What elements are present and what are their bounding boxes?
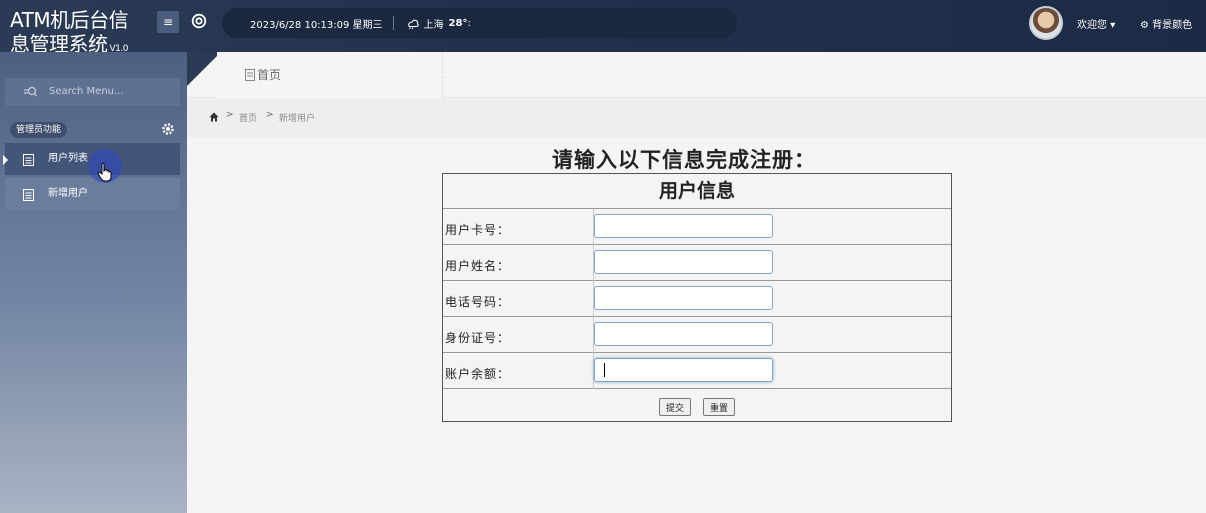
gear-icon: ⚙ [1140,20,1149,31]
gear-icon[interactable] [161,122,175,136]
sidebar-item-label: 用户列表 [48,153,88,164]
reset-button[interactable]: 重置 [703,398,736,416]
document-icon [245,69,255,81]
submit-button[interactable]: 提交 [659,398,692,416]
sidebar: Search Menu... 管理员功能 用户列表 新增用户 [0,52,187,513]
temperature-label: 28° [448,17,468,29]
user-info-form: 用户信息 用户卡号： 用户姓名： 电话号码： 身份证号： 账户余额： 提交 重置 [442,173,952,422]
breadcrumb-separator: > [266,110,274,120]
datetime-weather-bar: 2023/6/28 10:13:09 星期三 上海 28° : [222,8,737,38]
tab-bar: 首页 [187,52,1206,98]
balance-input[interactable] [594,358,773,382]
background-color-button[interactable]: ⚙ 背景颜色 [1140,16,1192,31]
tab-home-label: 首页 [257,68,282,82]
active-indicator [3,155,8,165]
document-icon [23,154,34,166]
tab-home[interactable]: 首页 [217,52,443,98]
menu-icon: ≡ [162,15,174,29]
welcome-label: 欢迎您 [1077,20,1107,31]
phone-input[interactable] [594,286,773,310]
field-label: 电话号码： [445,295,511,309]
breadcrumb-home-link[interactable]: 首页 [239,111,257,124]
sidebar-item-add-user[interactable]: 新增用户 [5,178,180,210]
temperature-suffix: : [467,17,471,29]
form-title: 请输入以下信息完成注册： [552,148,816,172]
card-number-input[interactable] [594,214,773,238]
search-icon [24,86,37,97]
field-label: 身份证号： [445,331,511,345]
form-row-phone: 电话号码： [443,281,951,317]
form-row-user-name: 用户姓名： [443,245,951,281]
city-label: 上海 [423,19,444,31]
form-buttons: 提交 重置 [443,389,951,422]
form-row-card-number: 用户卡号： [443,209,951,245]
field-label: 用户姓名： [445,259,511,273]
field-label: 账户余额： [445,367,511,381]
breadcrumb-separator: > [226,110,234,120]
text-caret [604,363,605,377]
sidebar-item-label: 新增用户 [48,188,88,199]
form-row-id-number: 身份证号： [443,317,951,353]
main-content: 请输入以下信息完成注册： 用户信息 用户卡号： 用户姓名： 电话号码： 身份证号… [187,138,1206,513]
breadcrumb: > 首页 > 新增用户 [187,99,1206,137]
document-icon [23,189,34,201]
breadcrumb-current: 新增用户 [279,114,316,124]
background-color-label: 背景颜色 [1152,20,1193,31]
menu-toggle-button[interactable]: ≡ [157,11,179,33]
tab-corner-decoration [187,52,221,86]
form-row-balance: 账户余额： [443,353,951,389]
table-title: 用户信息 [443,174,951,209]
top-header: ATM机后台信 息管理系统 V1.0 ≡ 2023/6/28 10:13:09 星… [0,0,1206,56]
field-label: 用户卡号： [445,223,511,237]
user-name-input[interactable] [594,250,773,274]
search-placeholder: Search Menu... [49,86,124,97]
divider [392,16,394,30]
welcome-dropdown[interactable]: 欢迎您 ▾ [1077,16,1115,31]
home-icon[interactable] [209,112,219,122]
id-number-input[interactable] [594,322,773,346]
app-title-line1: ATM机后台信 [10,8,129,32]
section-label: 管理员功能 [10,122,68,138]
settings-icon[interactable] [190,12,208,30]
hand-cursor-icon [97,162,112,182]
chevron-down-icon: ▾ [1110,20,1116,31]
search-menu-box[interactable]: Search Menu... [5,78,180,106]
user-avatar[interactable] [1029,6,1063,40]
datetime-text: 2023/6/28 10:13:09 星期三 [250,19,383,31]
cloud-sun-icon [407,19,419,30]
